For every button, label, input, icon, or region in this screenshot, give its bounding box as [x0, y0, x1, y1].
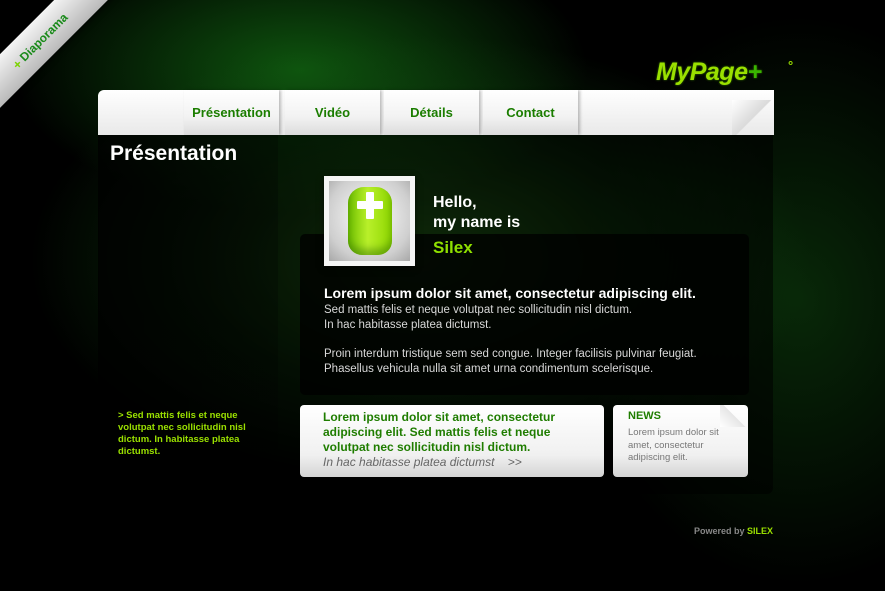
news-page-curl [720, 405, 748, 427]
nav-bar: Présentation Vidéo Détails Contact [98, 90, 774, 135]
news-card[interactable]: NEWS Lorem ipsum dolor sit amet, consect… [613, 405, 748, 477]
feature-card-text: Lorem ipsum dolor sit amet, consectetur … [323, 410, 556, 454]
powered-by[interactable]: Powered by SILEX [694, 526, 773, 536]
content-heading: Lorem ipsum dolor sit amet, consectetur … [324, 285, 696, 301]
diaporama-ribbon[interactable]: + Diaporama [0, 0, 114, 115]
silex-brand-link[interactable]: SILEX [747, 526, 773, 536]
site-logo[interactable]: MyPage+ [656, 58, 762, 87]
news-text: Lorem ipsum dolor sit amet, consectetur … [628, 427, 719, 463]
tab-contact[interactable]: Contact [483, 90, 578, 135]
tab-video[interactable]: Vidéo [285, 90, 380, 135]
hello-line-1: Hello, [433, 194, 477, 211]
paragraph-1-line-2: In hac habitasse platea dictumst. [324, 319, 492, 331]
paragraph-2-line-2: Phasellus vehicula nulla sit amet urna c… [324, 363, 654, 375]
tab-details[interactable]: Détails [384, 90, 479, 135]
logo-plus-icon: + [747, 58, 762, 86]
avatar [324, 176, 415, 266]
feature-card[interactable]: Lorem ipsum dolor sit amet, consectetur … [300, 405, 604, 477]
hello-text: Hello, my name is [433, 193, 520, 233]
powered-by-prefix: Powered by [694, 526, 748, 536]
feature-card-link[interactable]: In hac habitasse platea dictumst >> [323, 455, 522, 469]
nav-page-curl [732, 100, 774, 135]
tab-presentation[interactable]: Présentation [184, 90, 279, 135]
avatar-frame [329, 181, 410, 261]
content-paragraph-2: Proin interdum tristique sem sed congue.… [324, 347, 697, 377]
logo-degree-mark: ° [788, 58, 794, 73]
content-paragraph-1: Sed mattis felis et neque volutpat nec s… [324, 303, 632, 333]
news-title: NEWS [628, 410, 661, 422]
green-plus-icon [348, 187, 392, 255]
page-title: Présentation [110, 142, 238, 165]
paragraph-1-line-1: Sed mattis felis et neque volutpat nec s… [324, 304, 633, 316]
logo-text: MyPage [656, 58, 748, 86]
paragraph-2-line-1: Proin interdum tristique sem sed congue.… [324, 348, 697, 360]
side-note: > Sed mattis felis et neque volutpat nec… [118, 410, 246, 457]
hello-name: Silex [433, 238, 473, 257]
diaporama-label: Diaporama [16, 10, 71, 65]
hello-line-2: my name is [433, 214, 521, 231]
